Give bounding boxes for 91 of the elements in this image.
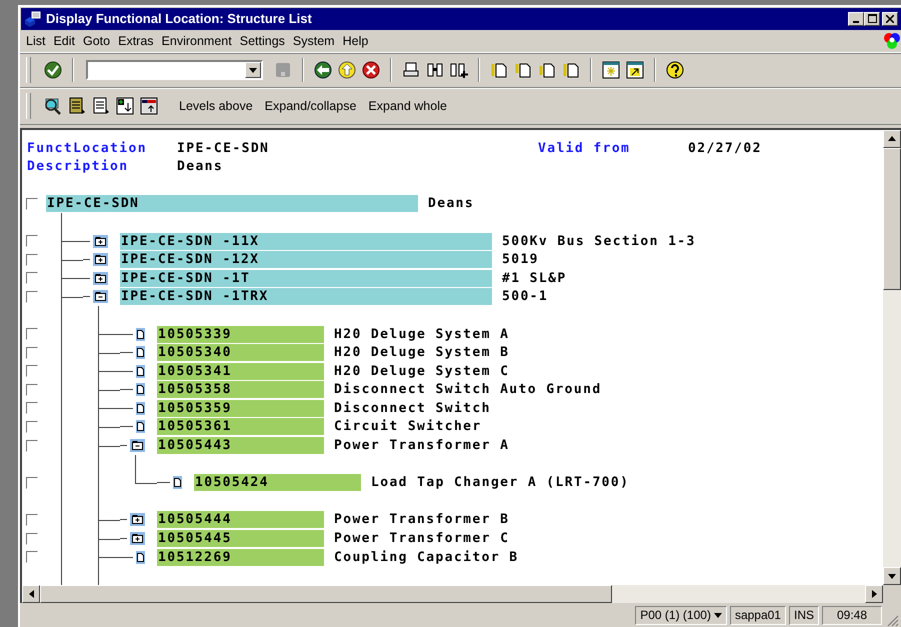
field-label: FunctLocation [27, 140, 148, 156]
field-label: Description [27, 159, 130, 174]
node-description: Coupling Capacitor B [334, 550, 519, 565]
node-key[interactable]: IPE-CE-SDN -12X [120, 251, 492, 268]
dropdown-icon[interactable] [249, 68, 257, 73]
folder-plus-icon[interactable] [93, 253, 108, 266]
scroll-up-icon[interactable] [888, 136, 896, 142]
node-key[interactable]: 10505359 [157, 400, 324, 417]
node-description: 5019 [502, 252, 539, 268]
node-key[interactable]: 10505424 [194, 474, 361, 492]
insert-icon[interactable] [115, 96, 135, 116]
menu-item[interactable]: System [290, 34, 341, 48]
node-description: H20 Deluge System C [334, 364, 510, 379]
vertical-scrollbar[interactable] [883, 130, 901, 586]
node-description: H20 Deluge System A [334, 326, 510, 342]
node-description: 500-1 [502, 289, 548, 304]
node-description: 500Kv Bus Section 1-3 [502, 234, 696, 249]
menu-item[interactable]: Environment [160, 34, 238, 48]
enter-icon[interactable] [43, 60, 63, 80]
toolbar-button[interactable]: Expand whole [364, 99, 451, 114]
resize-grip-icon[interactable] [885, 612, 899, 627]
folder-plus-icon[interactable] [93, 234, 108, 248]
node-key[interactable]: 10505444 [157, 511, 324, 528]
document-icon[interactable] [91, 96, 111, 116]
node-key[interactable]: IPE-CE-SDN [46, 195, 418, 212]
mode-field: INS [788, 606, 819, 624]
node-key[interactable]: 10505358 [157, 381, 324, 398]
folder-minus-icon[interactable] [93, 290, 108, 304]
field-value: Deans [177, 159, 224, 174]
node-key[interactable]: 10512269 [157, 548, 324, 566]
toolbar-button[interactable]: Expand/collapse [260, 99, 360, 114]
zoom-icon[interactable] [43, 96, 63, 116]
menu-item[interactable]: Settings [238, 34, 291, 48]
help-icon[interactable] [665, 60, 685, 80]
user-field: sappa01 [730, 606, 786, 624]
node-description: Disconnect Switch [334, 400, 491, 416]
maximize-icon [868, 14, 876, 24]
exit-icon[interactable] [337, 60, 357, 80]
node-key[interactable]: 10505443 [157, 437, 324, 454]
field-value: 02/27/02 [688, 140, 763, 156]
menu-item[interactable]: Extras [116, 34, 160, 48]
window-title: Display Functional Location: Structure List [46, 11, 313, 26]
command-field[interactable] [86, 60, 263, 80]
session-field[interactable]: P00 (1) (100) [635, 606, 727, 624]
shortcut-icon[interactable] [625, 60, 645, 80]
node-description: H20 Deluge System B [334, 345, 510, 360]
node-description: Power Transformer C [334, 531, 510, 546]
folder-plus-icon[interactable] [130, 532, 145, 546]
close-icon [886, 14, 894, 23]
node-key[interactable]: 10505445 [157, 530, 324, 548]
time-field: 09:48 [822, 606, 882, 624]
menu-item[interactable]: Edit [51, 34, 81, 48]
dropdown-icon[interactable] [714, 612, 722, 618]
node-key[interactable]: IPE-CE-SDN -1TRX [120, 288, 492, 306]
back-icon[interactable] [313, 60, 333, 80]
minimize-button[interactable] [848, 12, 864, 26]
node-description: Disconnect Switch Auto Ground [334, 382, 602, 398]
node-key[interactable]: IPE-CE-SDN -1T [120, 270, 492, 287]
close-button[interactable] [882, 12, 898, 26]
node-key[interactable]: 10505361 [157, 418, 324, 436]
maximize-button[interactable] [864, 12, 880, 26]
field-value: IPE-CE-SDN [177, 140, 270, 156]
node-key[interactable]: 10505341 [157, 362, 324, 380]
node-key[interactable]: IPE-CE-SDN -11X [120, 232, 492, 250]
collapse-icon[interactable] [139, 96, 159, 116]
menu-item[interactable]: Goto [81, 34, 116, 48]
node-key[interactable]: 10505339 [157, 326, 324, 343]
node-description: Power Transformer B [334, 512, 510, 528]
new-session-icon[interactable] [601, 60, 621, 80]
folder-plus-icon[interactable] [93, 272, 108, 285]
field-label: Valid from [538, 140, 632, 156]
color-wheel-icon[interactable] [883, 32, 901, 50]
node-description: Circuit Switcher [334, 419, 482, 434]
node-description: #1 SL&P [502, 270, 567, 286]
horizontal-scrollbar[interactable] [22, 585, 883, 604]
node-description: Load Tap Changer A (LRT-700) [371, 475, 630, 490]
menu-item[interactable]: Help [340, 34, 374, 48]
menu-item[interactable]: List [24, 34, 52, 48]
scroll-down-icon[interactable] [888, 574, 896, 579]
scroll-left-icon[interactable] [28, 590, 34, 598]
list-icon[interactable] [67, 96, 87, 116]
minimize-icon [853, 20, 859, 23]
folder-minus-icon[interactable] [130, 439, 145, 452]
node-description: Deans [428, 196, 474, 212]
node-key[interactable]: 10505340 [157, 344, 324, 362]
node-description: Power Transformer A [334, 438, 510, 454]
cancel-icon[interactable] [361, 60, 381, 80]
folder-plus-icon[interactable] [130, 513, 145, 526]
toolbar-button[interactable]: Levels above [175, 99, 257, 114]
app-icon [24, 10, 42, 27]
scroll-right-icon[interactable] [872, 590, 876, 598]
